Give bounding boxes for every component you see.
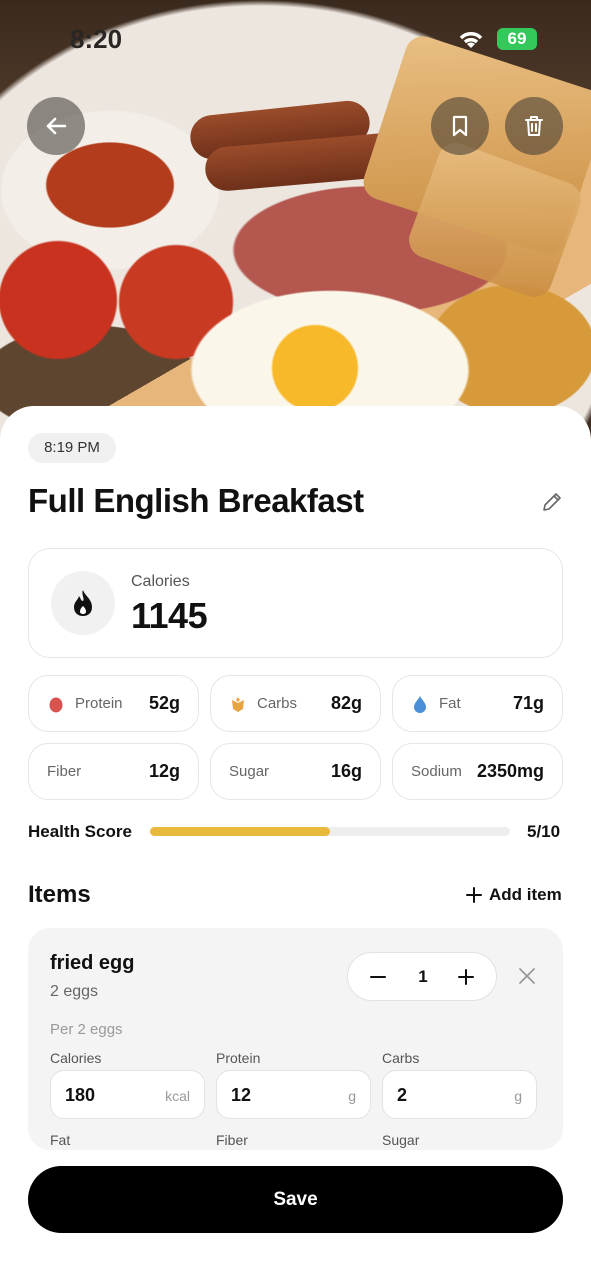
calories-field-unit: kcal (165, 1088, 190, 1104)
protein-field-value: 12 (231, 1085, 252, 1105)
health-score-label: Health Score (28, 822, 132, 841)
carbs-field[interactable]: 2 g (382, 1070, 537, 1119)
calories-label: Calories (131, 573, 190, 590)
plus-icon[interactable] (454, 965, 478, 989)
fat-card[interactable]: Fat 71g (392, 675, 563, 732)
fiber-label: Fiber (47, 763, 82, 780)
flame-icon-container (51, 571, 115, 635)
fat-label: Fat (439, 695, 461, 712)
fat-drop-icon (414, 696, 426, 713)
fiber-card[interactable]: Fiber 12g (28, 743, 199, 800)
carbs-field-value: 2 (397, 1085, 408, 1105)
health-score-fill (150, 827, 330, 836)
meal-photo (0, 0, 591, 440)
bookmark-icon (452, 115, 468, 137)
sugar-label: Sugar (229, 763, 270, 780)
carbs-value: 82g (330, 693, 362, 713)
close-icon[interactable] (517, 966, 537, 986)
quantity-stepper[interactable]: 1 (347, 952, 497, 1001)
save-button[interactable]: Save (28, 1166, 563, 1233)
carbs-label: Carbs (257, 695, 298, 712)
fiber-value: 12g (148, 761, 180, 781)
item-card: fried egg 2 eggs 1 Per 2 eggs Calories 1… (28, 928, 563, 1150)
health-score-bar (150, 827, 510, 836)
sugar-card[interactable]: Sugar 16g (210, 743, 381, 800)
fiber-field-label: Fiber (216, 1132, 248, 1148)
add-item-button[interactable]: Add item (465, 885, 562, 905)
bookmark-button[interactable] (431, 97, 489, 155)
battery-indicator: 69 (497, 28, 537, 50)
back-button[interactable] (27, 97, 85, 155)
item-name: fried egg (50, 952, 135, 974)
sugar-value: 16g (330, 761, 362, 781)
fat-value: 71g (512, 693, 544, 713)
sodium-value: 2350mg (476, 761, 544, 781)
calories-field-value: 180 (65, 1085, 96, 1105)
add-item-label: Add item (489, 885, 562, 904)
plus-icon (466, 887, 482, 903)
protein-drop-icon (49, 697, 63, 713)
protein-value: 52g (148, 693, 180, 713)
calories-field-label: Calories (50, 1050, 102, 1066)
arrow-left-icon (46, 117, 67, 135)
protein-field-label: Protein (216, 1050, 261, 1066)
calories-card: Calories 1145 (28, 548, 563, 658)
items-heading: Items (28, 881, 91, 908)
protein-field[interactable]: 12 g (216, 1070, 371, 1119)
sugar-field-label: Sugar (382, 1132, 420, 1148)
per-serving-label: Per 2 eggs (50, 1021, 123, 1038)
carbs-field-unit: g (514, 1088, 522, 1104)
wifi-icon (459, 32, 483, 48)
protein-card[interactable]: Protein 52g (28, 675, 199, 732)
flame-icon (74, 590, 92, 616)
carbs-field-label: Carbs (382, 1050, 420, 1066)
protein-field-unit: g (348, 1088, 356, 1104)
meal-time-badge: 8:19 PM (28, 433, 116, 463)
item-quantity: 2 eggs (50, 983, 99, 1000)
protein-label: Protein (75, 695, 123, 712)
sodium-card[interactable]: Sodium 2350mg (392, 743, 563, 800)
health-score-value: 5/10 (527, 822, 561, 841)
calories-field[interactable]: 180 kcal (50, 1070, 205, 1119)
trash-icon (525, 116, 543, 136)
status-bar: 8:20 69 (0, 24, 591, 58)
wheat-icon (232, 697, 244, 712)
status-time: 8:20 (70, 24, 123, 54)
fat-field-label: Fat (50, 1132, 71, 1148)
edit-pencil-icon[interactable] (540, 490, 564, 514)
battery-level: 69 (507, 29, 527, 48)
delete-button[interactable] (505, 97, 563, 155)
calories-value: 1145 (131, 595, 208, 636)
sodium-label: Sodium (411, 763, 462, 780)
carbs-card[interactable]: Carbs 82g (210, 675, 381, 732)
meal-title: Full English Breakfast (28, 482, 364, 519)
